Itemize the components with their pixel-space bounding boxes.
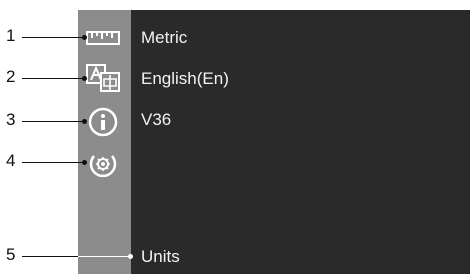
ruler-icon[interactable] bbox=[81, 23, 125, 53]
callout-leader-3 bbox=[22, 121, 85, 122]
callout-leader-2 bbox=[22, 78, 85, 79]
info-icon[interactable] bbox=[81, 107, 125, 137]
language-translate-icon[interactable] bbox=[81, 63, 125, 93]
callout-dot-3 bbox=[82, 119, 87, 124]
callout-dot-5 bbox=[128, 254, 133, 259]
callout-leader-5 bbox=[22, 256, 78, 257]
callout-number-4: 4 bbox=[6, 151, 16, 170]
settings-gear-icon[interactable] bbox=[81, 148, 125, 178]
callout-number-3: 3 bbox=[6, 110, 16, 129]
callout-dot-2 bbox=[82, 76, 87, 81]
callout-dot-1 bbox=[82, 35, 87, 40]
callout-leader-1 bbox=[22, 37, 85, 38]
callout-number-2: 2 bbox=[6, 67, 16, 86]
callout-number-1: 1 bbox=[6, 26, 16, 45]
callout-number-5: 5 bbox=[6, 245, 16, 264]
device-display-diagram: Metric English(En) V36 Units 1 2 3 4 5 bbox=[0, 0, 470, 274]
language-value: English(En) bbox=[141, 69, 229, 88]
callout-leader-4 bbox=[22, 162, 85, 163]
screen-caption: Units bbox=[141, 247, 180, 266]
version-value: V36 bbox=[141, 110, 172, 129]
callout-dot-4 bbox=[82, 160, 87, 165]
callout-leader-5-on-screen bbox=[78, 256, 130, 257]
device-screen bbox=[78, 10, 470, 274]
unit-value: Metric bbox=[141, 28, 188, 47]
